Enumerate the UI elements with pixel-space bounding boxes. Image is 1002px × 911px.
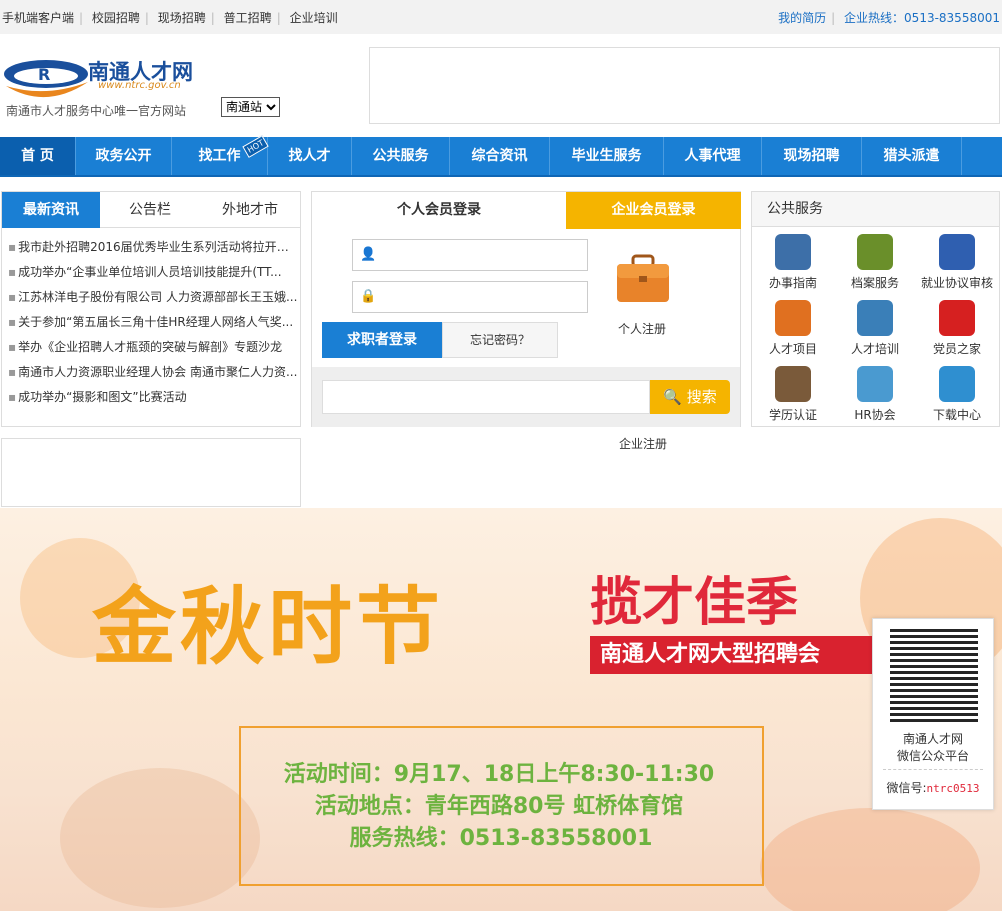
station-select[interactable]: 南通站	[221, 97, 280, 117]
tab-other-markets[interactable]: 外地才市	[200, 192, 300, 228]
tab-latest-news[interactable]: 最新资讯	[2, 192, 100, 228]
compass-icon	[775, 234, 811, 270]
banner-place: 活动地点：青年西路80号 虹桥体育馆	[314, 794, 684, 819]
my-resume-link[interactable]: 我的简历	[778, 11, 826, 25]
news-panel: 最新资讯 公告栏 外地才市 ▪ 我市赴外招聘2016届优秀毕业生系列活动将拉开帷幕…	[1, 191, 301, 427]
people-icon	[857, 366, 893, 402]
header-ad-box	[369, 47, 1000, 124]
service-training[interactable]: 人才培训	[834, 296, 916, 360]
jobseeker-login-button[interactable]: 求职者登录	[322, 322, 442, 358]
banner-headline-right: 揽才佳季	[590, 572, 799, 633]
wechat-qr-panel: 南通人才网 微信公众平台 微信号:ntrc0513	[872, 618, 994, 810]
stamp-icon	[775, 366, 811, 402]
tab-enterprise-login[interactable]: 企业会员登录	[566, 192, 741, 229]
service-download[interactable]: 下载中心	[916, 362, 998, 426]
search-icon: 🔍	[663, 388, 682, 406]
nav-public-service[interactable]: 公共服务	[352, 137, 450, 175]
top-bar: 手机端客户端 | 校园招聘 | 现场招聘 | 普工招聘 | 企业培训 我的简历 | 企业热…	[0, 0, 1002, 34]
password-input[interactable]	[352, 281, 588, 313]
service-archive[interactable]: 档案服务	[834, 230, 916, 294]
top-right: 我的简历 | 企业热线：0513-83558001	[778, 11, 1000, 25]
search-button-label: 搜索	[686, 388, 717, 406]
site-logo[interactable]: R 南通人才网 www.ntrc.gov.cn 南通市人才服务中心唯一官方网站 …	[0, 44, 300, 120]
banner-hotline: 服务热线：0513-83558001	[349, 826, 653, 851]
service-party-home[interactable]: 党员之家	[916, 296, 998, 360]
campus-recruit-link[interactable]: 校园招聘	[92, 11, 140, 25]
nav-headhunter[interactable]: 猎头派遣	[862, 137, 962, 175]
banner-ribbon: 南通人才网大型招聘会	[590, 636, 890, 674]
enterprise-hotline: 企业热线：0513-83558001	[844, 11, 1000, 25]
brand-url: www.ntrc.gov.cn	[98, 80, 181, 91]
nav-home[interactable]: 首 页	[0, 137, 76, 175]
service-agreement-review[interactable]: 就业协议审核	[916, 230, 998, 294]
onsite-recruit-link[interactable]: 现场招聘	[158, 11, 206, 25]
books-icon	[857, 300, 893, 336]
nav-news[interactable]: 综合资讯	[450, 137, 550, 175]
briefcase-icon[interactable]	[615, 254, 671, 304]
search-button[interactable]: 🔍 搜索	[650, 380, 730, 414]
service-guide[interactable]: 办事指南	[752, 230, 834, 294]
service-degree-cert[interactable]: 学历认证	[752, 362, 834, 426]
blank-ad-panel	[1, 438, 301, 507]
qr-line2: 微信公众平台	[896, 749, 969, 763]
service-hr-association[interactable]: HR协会	[834, 362, 916, 426]
svg-text:R: R	[38, 65, 50, 84]
public-services-panel: 公共服务 办事指南 档案服务 就业协议审核 人才项目 人才培训 党员之家 学历认…	[751, 191, 1000, 427]
main-nav: 首 页 政务公开 找工作 HOT 找人才 公共服务 综合资讯 毕业生服务 人事代…	[0, 135, 1002, 177]
personal-register-link[interactable]: 个人注册	[602, 320, 682, 337]
username-input[interactable]	[352, 239, 588, 271]
qr-wechat-id: 微信号:ntrc0513	[886, 781, 980, 795]
list-item[interactable]: ▪ 关于参加“第五届长三角十佳HR经理人网络人气奖...	[8, 313, 298, 338]
qr-line1: 南通人才网	[902, 732, 963, 746]
lock-icon: 🔒	[360, 289, 377, 304]
nav-find-talent[interactable]: 找人才	[268, 137, 352, 175]
nav-find-job-label: 找工作	[198, 148, 241, 164]
enterprise-register-link[interactable]: 企业注册	[600, 435, 686, 452]
nav-government[interactable]: 政务公开	[76, 137, 172, 175]
banner-headline-left: 金秋时节	[92, 577, 445, 676]
recruitment-banner[interactable]: 金秋时节 揽才佳季 南通人才网大型招聘会 活动时间：9月17、18日上午8:30…	[0, 508, 1002, 911]
party-emblem-icon	[939, 300, 975, 336]
download-icon	[939, 366, 975, 402]
tab-bulletin[interactable]: 公告栏	[100, 192, 200, 228]
search-input[interactable]	[322, 380, 650, 414]
list-item[interactable]: ▪ 成功举办“企事业单位培训人员培训技能提升(TT...	[8, 263, 298, 288]
qr-code-icon	[890, 628, 978, 722]
logo-mark-icon: R	[4, 60, 88, 98]
person-icon	[775, 300, 811, 336]
list-item[interactable]: ▪ 我市赴外招聘2016届优秀毕业生系列活动将拉开帷幕	[8, 238, 298, 263]
enterprise-training-link[interactable]: 企业培训	[290, 11, 338, 25]
nav-onsite-recruit[interactable]: 现场招聘	[762, 137, 862, 175]
nav-graduate[interactable]: 毕业生服务	[550, 137, 664, 175]
forgot-password-button[interactable]: 忘记密码？	[442, 322, 558, 358]
top-links: 手机端客户端 | 校园招聘 | 现场招聘 | 普工招聘 | 企业培训	[2, 11, 338, 25]
service-talent-project[interactable]: 人才项目	[752, 296, 834, 360]
user-icon: 👤	[360, 247, 377, 262]
general-worker-link[interactable]: 普工招聘	[224, 11, 272, 25]
news-tabs: 最新资讯 公告栏 外地才市	[2, 192, 300, 228]
news-list: ▪ 我市赴外招聘2016届优秀毕业生系列活动将拉开帷幕 ▪ 成功举办“企事业单位培训…	[8, 238, 298, 413]
brand-subtitle: 南通市人才服务中心唯一官方网站	[6, 104, 187, 118]
tab-personal-login[interactable]: 个人会员登录	[312, 192, 566, 229]
list-item[interactable]: ▪ 成功举办“摄影和图文”比赛活动	[8, 388, 298, 413]
divider	[883, 769, 983, 770]
banner-time: 活动时间：9月17、18日上午8:30-11:30	[283, 762, 715, 787]
archive-box-icon	[857, 234, 893, 270]
nav-personnel-agency[interactable]: 人事代理	[664, 137, 762, 175]
search-bar: 🔍 搜索	[312, 367, 740, 427]
public-services-title: 公共服务	[752, 192, 999, 227]
list-item[interactable]: ▪ 南通市人力资源职业经理人协会 南通市聚仁人力资...	[8, 363, 298, 388]
document-icon	[939, 234, 975, 270]
list-item[interactable]: ▪ 江苏林洋电子股份有限公司 人力资源部部长王玉娥...	[8, 288, 298, 313]
mobile-client-link[interactable]: 手机端客户端	[2, 11, 74, 25]
list-item[interactable]: ▪ 举办《企业招聘人才瓶颈的突破与解剖》专题沙龙	[8, 338, 298, 363]
login-panel: 个人会员登录 企业会员登录 👤 🔒 求职者登录 忘记密码？ 个人注册 🔍 搜索	[311, 191, 741, 427]
